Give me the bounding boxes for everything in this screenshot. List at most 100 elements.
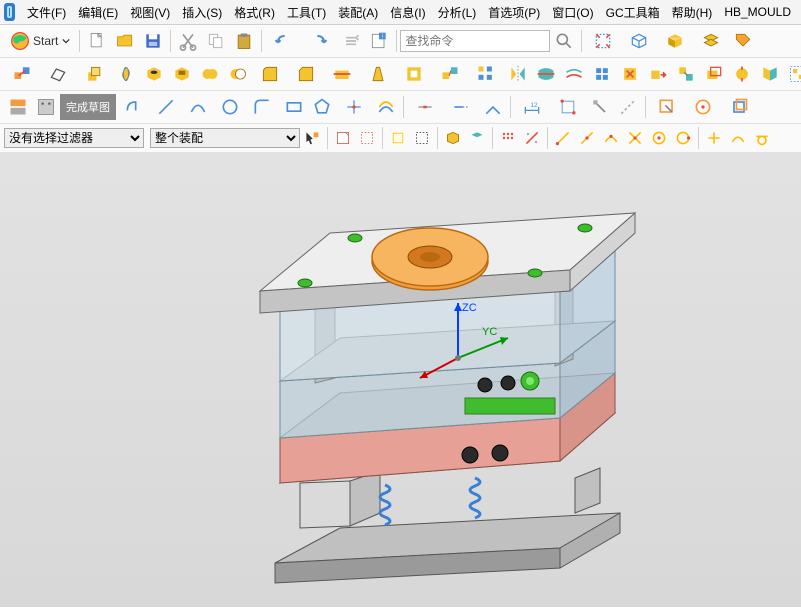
layer-icon[interactable] — [694, 28, 728, 54]
snap-midpoint-icon[interactable] — [576, 127, 598, 149]
menu-file[interactable]: 文件(F) — [21, 1, 72, 24]
menu-format[interactable]: 格式(R) — [228, 1, 281, 24]
menu-gctools[interactable]: GC工具箱 — [600, 1, 666, 24]
snap-existing-icon[interactable] — [703, 127, 725, 149]
delete-face-icon[interactable] — [617, 61, 643, 87]
profile-icon[interactable] — [117, 94, 151, 120]
snap-grid-icon[interactable] — [497, 127, 519, 149]
edge-blend-icon[interactable] — [253, 61, 287, 87]
properties-icon[interactable]: i — [366, 28, 392, 54]
draft-icon[interactable] — [361, 61, 395, 87]
polygon-icon[interactable] — [309, 94, 335, 120]
unite-icon[interactable] — [197, 61, 223, 87]
more-sketch-icon[interactable] — [650, 94, 684, 120]
menu-hbmould[interactable]: HB_MOULD — [718, 2, 797, 22]
snap-quadrant-icon[interactable] — [672, 127, 694, 149]
arc-icon[interactable] — [181, 94, 215, 120]
synchronous-icon[interactable] — [589, 61, 615, 87]
menu-insert[interactable]: 插入(S) — [176, 1, 228, 24]
search-icon[interactable] — [551, 28, 577, 54]
quick-trim-icon[interactable] — [408, 94, 442, 120]
point-icon[interactable] — [337, 94, 371, 120]
menu-view[interactable]: 视图(V) — [124, 1, 176, 24]
convert-ref-icon[interactable] — [615, 94, 641, 120]
snap-intersect-icon[interactable] — [624, 127, 646, 149]
update-icon[interactable] — [722, 94, 756, 120]
finish-sketch-button[interactable]: 完成草图 — [60, 94, 116, 120]
constraint-icon[interactable] — [551, 94, 585, 120]
surface-trim-icon[interactable] — [533, 61, 559, 87]
filter-select[interactable]: 没有选择过滤器 — [4, 128, 144, 148]
open-icon[interactable] — [112, 28, 138, 54]
viewport-3d[interactable]: ZC YC — [0, 153, 801, 607]
filter-cursor-icon[interactable] — [301, 127, 323, 149]
extrude-icon[interactable] — [77, 61, 111, 87]
snap-endpoint-icon[interactable] — [552, 127, 574, 149]
replace-face-icon[interactable] — [673, 61, 699, 87]
trim-body-icon[interactable] — [325, 61, 359, 87]
sel-face-icon[interactable] — [466, 127, 488, 149]
shaded-icon[interactable] — [658, 28, 692, 54]
wireframe-icon[interactable] — [622, 28, 656, 54]
menu-assembly[interactable]: 装配(A) — [332, 1, 384, 24]
surface-offset-icon[interactable] — [561, 61, 587, 87]
sketch-in-task-icon[interactable] — [5, 94, 31, 120]
menu-edit[interactable]: 编辑(E) — [72, 1, 124, 24]
menu-analyze[interactable]: 分析(L) — [432, 1, 483, 24]
datum-plane-icon[interactable] — [41, 61, 75, 87]
resize-face-icon[interactable] — [729, 61, 755, 87]
group-face-icon[interactable] — [785, 61, 801, 87]
save-icon[interactable] — [140, 28, 166, 54]
snap-oncurve-icon[interactable] — [727, 127, 749, 149]
offset-face-icon[interactable] — [701, 61, 727, 87]
snap-clear-icon[interactable] — [521, 127, 543, 149]
revolve-icon[interactable] — [113, 61, 139, 87]
sketch-create-icon[interactable] — [5, 61, 39, 87]
menu-prefs[interactable]: 首选项(P) — [482, 1, 546, 24]
chamfer-icon[interactable] — [289, 61, 323, 87]
cut-icon[interactable] — [175, 28, 201, 54]
dimension-icon[interactable]: 12 — [515, 94, 549, 120]
menu-window[interactable]: 窗口(O) — [546, 1, 599, 24]
line-icon[interactable] — [153, 94, 179, 120]
rectangle-icon[interactable] — [281, 94, 307, 120]
pattern-icon[interactable] — [469, 61, 503, 87]
tag-icon[interactable] — [730, 28, 756, 54]
pocket-icon[interactable] — [169, 61, 195, 87]
quick-extend-icon[interactable] — [444, 94, 478, 120]
reattach-icon[interactable] — [686, 94, 720, 120]
new-icon[interactable] — [84, 28, 110, 54]
scope-select[interactable]: 整个装配 — [150, 128, 300, 148]
repeat-icon[interactable] — [338, 28, 364, 54]
menu-tools[interactable]: 工具(T) — [281, 1, 332, 24]
select-crossing-icon[interactable] — [356, 127, 378, 149]
body-move-icon[interactable] — [433, 61, 467, 87]
shell-icon[interactable] — [397, 61, 431, 87]
redo-icon[interactable] — [302, 28, 336, 54]
command-search-input[interactable] — [400, 30, 550, 52]
menu-info[interactable]: 信息(I) — [384, 1, 431, 24]
snap-center-icon[interactable] — [648, 127, 670, 149]
highlight-icon[interactable] — [387, 127, 409, 149]
rect-select-icon[interactable] — [411, 127, 433, 149]
start-button[interactable]: Start — [4, 28, 76, 54]
sketch-direct-icon[interactable] — [33, 94, 59, 120]
circle-icon[interactable] — [217, 94, 243, 120]
subtract-icon[interactable] — [225, 61, 251, 87]
show-constraint-icon[interactable] — [587, 94, 613, 120]
snap-control-icon[interactable] — [600, 127, 622, 149]
sel-cube-icon[interactable] — [442, 127, 464, 149]
mirror-icon[interactable] — [505, 61, 531, 87]
make-coplanar-icon[interactable] — [757, 61, 783, 87]
hole-icon[interactable] — [141, 61, 167, 87]
offset-curve-icon[interactable] — [373, 94, 399, 120]
undo-icon[interactable] — [266, 28, 300, 54]
paste-icon[interactable] — [231, 28, 257, 54]
fit-view-icon[interactable] — [586, 28, 620, 54]
menu-help[interactable]: 帮助(H) — [666, 1, 719, 24]
snap-tangent-icon[interactable] — [751, 127, 773, 149]
make-corner-icon[interactable] — [480, 94, 506, 120]
select-inside-icon[interactable] — [332, 127, 354, 149]
copy-icon[interactable] — [203, 28, 229, 54]
fillet-icon[interactable] — [245, 94, 279, 120]
